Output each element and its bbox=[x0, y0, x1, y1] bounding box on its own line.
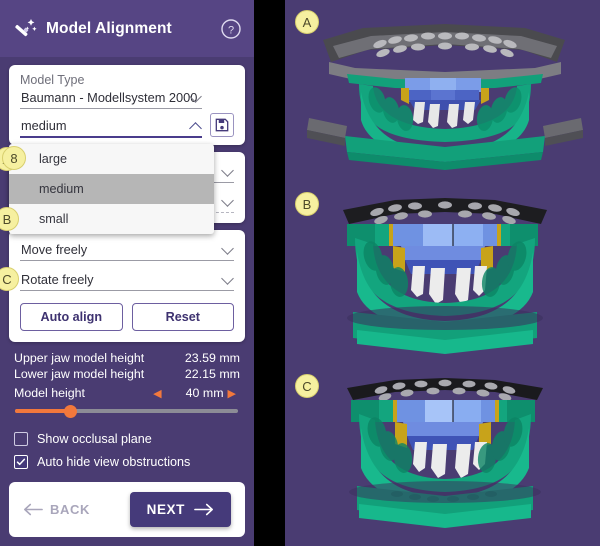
page-title: Model Alignment bbox=[46, 19, 172, 37]
dental-model-render-c bbox=[347, 378, 543, 528]
svg-text:?: ? bbox=[228, 24, 234, 36]
dropdown-option-label: small bbox=[39, 212, 69, 226]
triangle-right-icon[interactable]: ▶ bbox=[224, 387, 240, 400]
auto-align-button[interactable]: Auto align bbox=[20, 303, 123, 331]
checkbox-show-occlusal-plane[interactable]: Show occlusal plane bbox=[14, 432, 240, 446]
floppy-save-icon bbox=[215, 118, 229, 132]
back-button[interactable]: BACK bbox=[23, 502, 90, 517]
left-control-panel: Model Alignment ? Model Type Baumann - M… bbox=[0, 0, 254, 546]
dropdown-option-medium[interactable]: B medium bbox=[0, 174, 214, 231]
model-size-dropdown[interactable]: A large B medium C small bbox=[0, 144, 214, 291]
model-type-card: Model Type Baumann - Modellsystem 2000 m… bbox=[9, 65, 245, 145]
upper-jaw-height-value: 23.59 mm bbox=[184, 351, 240, 365]
model-size-value: medium bbox=[21, 118, 67, 133]
model-viewport-panel: A B C bbox=[285, 0, 600, 546]
arrow-left-icon bbox=[24, 503, 43, 516]
move-mode-value: Move freely bbox=[21, 242, 88, 257]
save-button[interactable] bbox=[210, 113, 234, 137]
measurement-row: Lower jaw model height 22.15 mm bbox=[14, 366, 240, 382]
dental-model-render-a bbox=[307, 24, 583, 170]
chevron-down-icon bbox=[221, 164, 234, 177]
help-circle-icon[interactable]: ? bbox=[220, 18, 242, 40]
dropdown-option-label: medium bbox=[39, 182, 84, 196]
model-system-value: Baumann - Modellsystem 2000 bbox=[21, 90, 198, 105]
triangle-left-icon[interactable]: ◀ bbox=[149, 387, 165, 400]
checkbox-box bbox=[14, 432, 28, 446]
slider-fill bbox=[15, 409, 71, 413]
lower-jaw-height-label: Lower jaw model height bbox=[14, 367, 145, 381]
dental-model-view-medium[interactable]: B bbox=[285, 182, 600, 364]
model-height-value: 40 mm bbox=[185, 386, 224, 400]
slider-thumb[interactable] bbox=[64, 404, 78, 418]
panel-header: Model Alignment ? bbox=[0, 0, 254, 57]
upper-jaw-height-label: Upper jaw model height bbox=[14, 351, 145, 365]
next-label: NEXT bbox=[146, 502, 185, 517]
options-block: Show occlusal plane Auto hide view obstr… bbox=[9, 432, 245, 469]
model-height-slider[interactable] bbox=[15, 404, 238, 418]
chevron-up-icon bbox=[189, 122, 202, 135]
reset-button[interactable]: Reset bbox=[131, 303, 234, 331]
measurement-row: Upper jaw model height 23.59 mm bbox=[14, 350, 240, 366]
chevron-down-icon bbox=[221, 272, 234, 285]
lower-jaw-height-value: 22.15 mm bbox=[184, 367, 240, 381]
rotate-mode-value: Rotate freely bbox=[21, 272, 94, 287]
dental-model-view-large[interactable]: A bbox=[285, 0, 600, 182]
rotate-mode-select[interactable]: Rotate freely bbox=[20, 270, 234, 291]
dental-model-view-small[interactable]: C bbox=[285, 364, 600, 546]
model-height-slider-block: Model height ◀ 40 mm ▶ bbox=[9, 386, 245, 418]
step-badge-view-c: C bbox=[295, 374, 319, 398]
wizard-footer: BACK NEXT bbox=[9, 482, 245, 537]
step-badge-8: 8 bbox=[2, 146, 26, 170]
model-system-select[interactable]: Baumann - Modellsystem 2000 bbox=[20, 88, 202, 109]
panel-body: Model Type Baumann - Modellsystem 2000 m… bbox=[0, 57, 254, 546]
dropdown-option-label: large bbox=[39, 152, 68, 166]
next-button[interactable]: NEXT bbox=[129, 492, 231, 527]
chevron-down-icon bbox=[221, 242, 234, 255]
checkbox-auto-hide-view-obstructions[interactable]: Auto hide view obstructions bbox=[14, 455, 240, 469]
move-mode-select[interactable]: Move freely bbox=[20, 240, 234, 261]
model-type-label: Model Type bbox=[20, 73, 85, 87]
chevron-down-icon bbox=[221, 194, 234, 207]
checkbox-label: Auto hide view obstructions bbox=[37, 455, 191, 469]
step-badge-view-a: A bbox=[295, 10, 319, 34]
arrow-right-icon bbox=[194, 503, 213, 516]
model-size-select[interactable]: medium bbox=[20, 116, 202, 138]
checkbox-label: Show occlusal plane bbox=[37, 432, 152, 446]
checkbox-box-checked bbox=[14, 455, 28, 469]
dropdown-option-small[interactable]: C small bbox=[0, 204, 214, 291]
check-icon bbox=[16, 458, 26, 466]
dropdown-option-large[interactable]: A large bbox=[0, 144, 214, 174]
step-badge-view-b: B bbox=[295, 192, 319, 216]
model-height-label: Model height bbox=[14, 386, 85, 400]
motion-card: Move freely Rotate freely Auto align Res… bbox=[9, 230, 245, 342]
back-label: BACK bbox=[50, 502, 90, 517]
dental-model-render-b bbox=[343, 198, 547, 354]
measurements-block: Upper jaw model height 23.59 mm Lower ja… bbox=[9, 350, 245, 382]
magic-wand-icon bbox=[12, 16, 38, 42]
